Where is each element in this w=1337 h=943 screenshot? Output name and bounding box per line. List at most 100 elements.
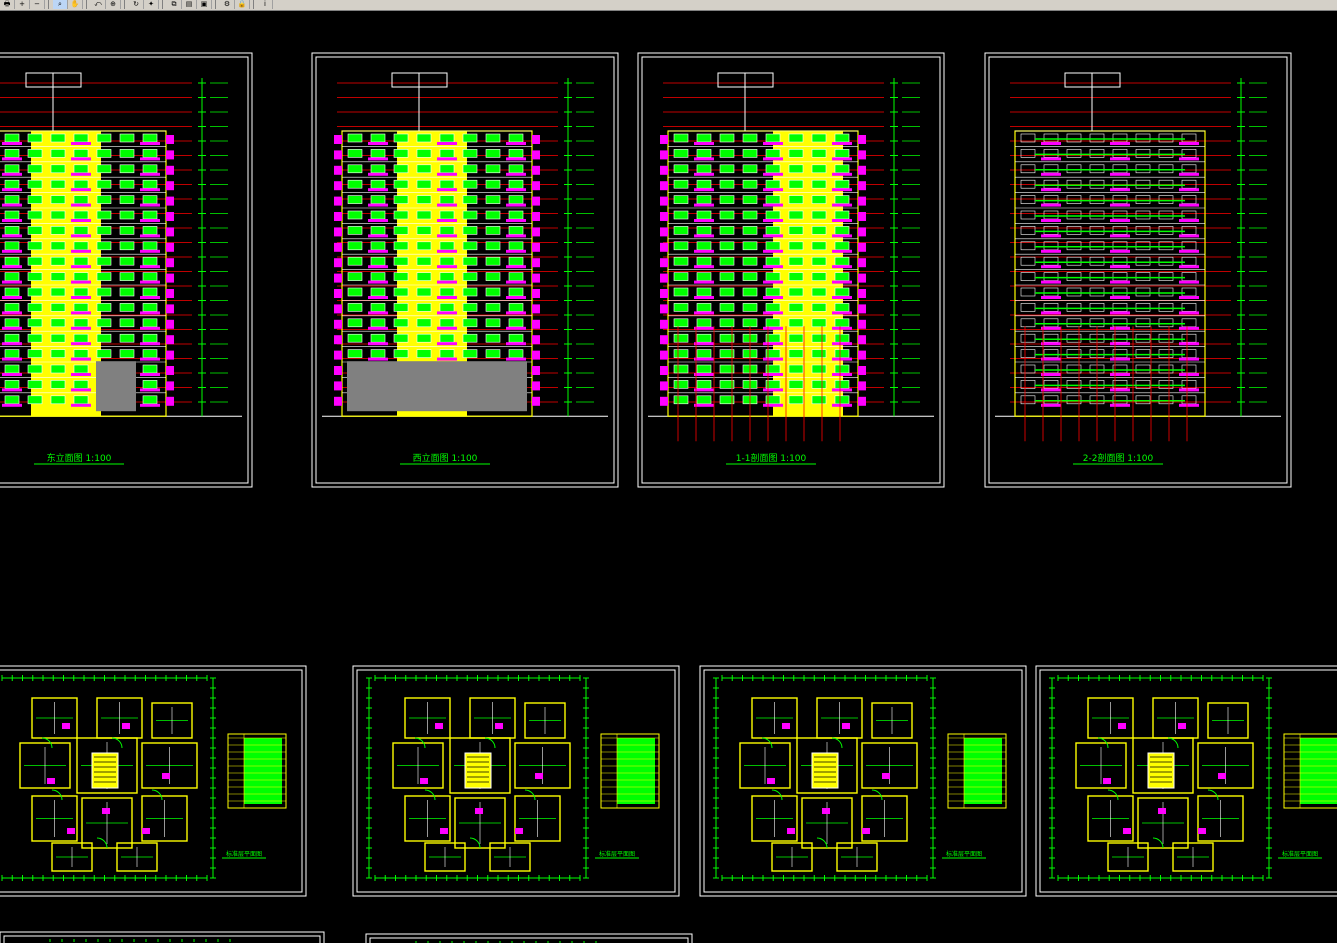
window (834, 195, 850, 204)
balcony (1110, 249, 1130, 253)
window (439, 133, 455, 143)
balcony (140, 157, 160, 161)
window (834, 133, 850, 143)
window (1135, 241, 1151, 251)
layers-icon[interactable]: ✦ (144, 0, 159, 9)
fixture (1178, 723, 1186, 729)
window (462, 333, 478, 343)
copy-icon[interactable]: ⧉ (167, 0, 182, 9)
door-swing (111, 737, 123, 749)
zoom-in-icon[interactable]: + (15, 0, 30, 9)
window (834, 333, 850, 343)
settings-icon[interactable]: ⚙ (220, 0, 235, 9)
window (142, 287, 158, 297)
window (142, 303, 158, 312)
balcony (140, 188, 160, 192)
zoom-previous-icon[interactable]: ⤺ (91, 0, 106, 9)
window (1158, 287, 1174, 297)
balcony-side (660, 150, 668, 160)
balcony-side (334, 227, 342, 237)
window (370, 256, 386, 266)
window (1043, 272, 1059, 281)
window (1112, 195, 1128, 204)
lock-icon[interactable]: 🔒 (235, 0, 250, 9)
door-swing (424, 789, 436, 801)
window (1158, 395, 1174, 405)
zoom-extents-icon[interactable]: ⊕ (106, 0, 121, 9)
balcony-side (532, 181, 540, 191)
balcony (437, 172, 457, 176)
window (508, 287, 524, 297)
drawing-canvas[interactable]: 东立面图 1:100 西立面图 1:100 1-1剖面图 1:100 2-2剖面图 1… (0, 11, 1337, 943)
balcony (1041, 373, 1061, 376)
window (1043, 195, 1059, 204)
balcony (763, 326, 783, 330)
window (1112, 272, 1128, 281)
balcony (832, 142, 852, 145)
info-icon[interactable]: i (258, 0, 273, 9)
door-swing (871, 789, 883, 801)
balcony (694, 142, 714, 145)
window (50, 272, 66, 281)
window (1066, 195, 1082, 204)
print-icon[interactable]: 🖶 (0, 0, 15, 9)
redraw-icon[interactable]: ↻ (129, 0, 144, 9)
balcony-side (166, 366, 174, 375)
sheet-border (1039, 669, 1337, 893)
properties-icon[interactable]: ▤ (182, 0, 197, 9)
window (1158, 318, 1174, 328)
window (834, 272, 850, 281)
balcony-side (532, 289, 540, 298)
window (811, 195, 827, 204)
window (1112, 226, 1128, 235)
window (1066, 318, 1082, 328)
balcony-side (166, 212, 174, 221)
balcony (694, 188, 714, 192)
window (1181, 195, 1197, 204)
window (1181, 364, 1197, 374)
balcony (2, 357, 22, 361)
zoom-out-icon[interactable]: − (30, 0, 45, 9)
window (142, 256, 158, 266)
balcony-side (532, 335, 540, 345)
balcony (763, 234, 783, 238)
window (4, 303, 20, 312)
stair-core (1147, 752, 1175, 789)
window (788, 149, 804, 158)
window (393, 210, 409, 220)
window (1158, 226, 1174, 235)
window (673, 210, 689, 220)
balcony (1041, 172, 1061, 176)
balcony-side (858, 289, 866, 298)
window (485, 179, 501, 189)
window (142, 133, 158, 143)
balcony-side (858, 181, 866, 191)
window (1066, 256, 1082, 266)
aerial-view-icon[interactable]: ▣ (197, 0, 212, 9)
window (27, 195, 43, 204)
window (142, 380, 158, 389)
balcony (694, 326, 714, 330)
window (1020, 333, 1036, 343)
pan-icon[interactable]: ✋ (68, 0, 83, 9)
window (1181, 318, 1197, 328)
balcony (140, 311, 160, 315)
window (811, 287, 827, 297)
zoom-window-icon[interactable]: ⌕ (53, 0, 68, 9)
balcony (368, 357, 388, 361)
window (370, 303, 386, 312)
window (1020, 195, 1036, 204)
window (1158, 210, 1174, 220)
window (834, 318, 850, 328)
window (1112, 241, 1128, 251)
window (673, 349, 689, 358)
window (462, 149, 478, 158)
window (1135, 149, 1151, 158)
fixture (142, 828, 150, 834)
balcony (506, 357, 526, 361)
balcony (1110, 234, 1130, 238)
stair-core (91, 752, 119, 789)
window (696, 380, 712, 389)
sheet-border (988, 56, 1288, 484)
balcony (368, 219, 388, 222)
